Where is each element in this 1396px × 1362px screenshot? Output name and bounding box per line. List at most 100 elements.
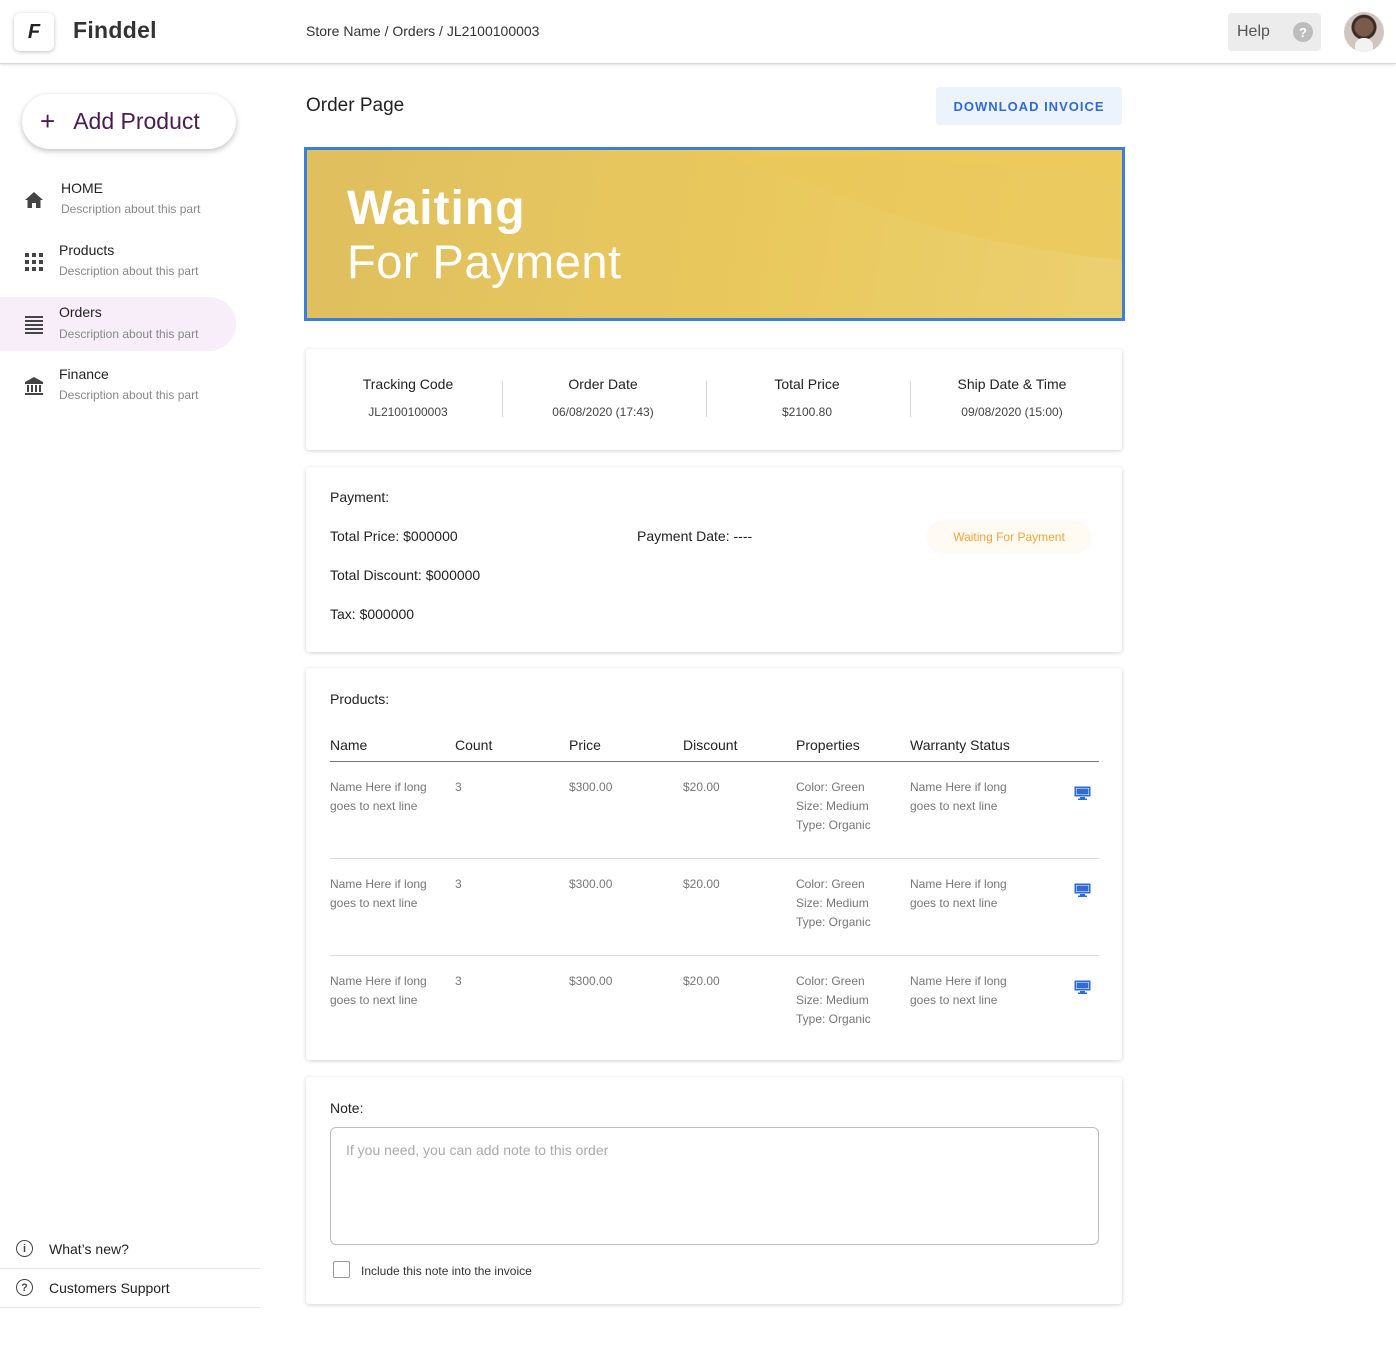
sidebar-item-title: Orders: [59, 304, 102, 320]
warranty-status: Name Here if long goes to next line: [910, 875, 1020, 913]
download-invoice-button[interactable]: DOWNLOAD INVOICE: [936, 87, 1122, 125]
summary-value: JL2100100003: [368, 405, 448, 419]
top-bar: F Finddel Store Name / Orders / JL210010…: [0, 0, 1396, 64]
monitor-icon[interactable]: [1074, 786, 1091, 800]
property-line: Size: Medium: [796, 993, 869, 1007]
sidebar-item-desc: Description about this part: [61, 202, 201, 216]
warranty-line: goes to next line: [910, 896, 998, 910]
products-card: Products: Name Count Price Discount Prop…: [306, 668, 1122, 1060]
sidebar-item-home[interactable]: HOME Description about this part: [0, 174, 236, 228]
brand-name: Finddel: [73, 17, 157, 43]
note-section-label: Note:: [330, 1100, 364, 1116]
property-line: Type: Organic: [796, 818, 871, 832]
whats-new-label: What’s new?: [49, 1241, 129, 1257]
monitor-icon[interactable]: [1074, 883, 1091, 897]
payment-date: Payment Date: ----: [637, 528, 753, 544]
order-summary-card: Tracking Code JL2100100003 Order Date 06…: [306, 349, 1122, 450]
bank-icon: [25, 377, 43, 395]
logo-letter: F: [27, 20, 41, 43]
page-title: Order Page: [306, 95, 405, 116]
summary-label: Total Price: [774, 376, 840, 392]
payment-section-label: Payment:: [330, 489, 390, 505]
sidebar-item-orders[interactable]: Orders Description about this part: [0, 297, 236, 351]
info-icon: i: [16, 1240, 33, 1257]
column-header-warranty: Warranty Status: [910, 737, 1010, 753]
logo[interactable]: F: [14, 13, 54, 51]
order-date: Order Date 06/08/2020 (17:43): [501, 349, 705, 450]
column-header-count: Count: [455, 737, 493, 753]
product-discount: $20.00: [683, 780, 720, 794]
column-header-discount: Discount: [683, 737, 738, 753]
whats-new-link[interactable]: i What’s new?: [0, 1230, 260, 1269]
note-textarea[interactable]: If you need, you can add note to this or…: [330, 1127, 1099, 1245]
table-row: Name Here if long goes to next line 3 $3…: [306, 859, 1122, 956]
column-header-price: Price: [569, 737, 601, 753]
product-name-line: goes to next line: [330, 896, 418, 910]
question-icon: ?: [1293, 22, 1313, 42]
table-row: Name Here if long goes to next line 3 $3…: [306, 956, 1122, 1053]
add-product-button[interactable]: + Add Product: [22, 94, 236, 149]
column-header-properties: Properties: [796, 737, 860, 753]
summary-label: Ship Date & Time: [957, 376, 1067, 392]
product-name-cell: Name Here if long goes to next line: [330, 778, 440, 816]
help-label: Help: [1237, 23, 1270, 40]
summary-label: Order Date: [568, 376, 638, 392]
product-price: $300.00: [569, 974, 613, 988]
payment-card: Payment: Total Price: $000000 Payment Da…: [306, 467, 1122, 652]
sidebar-item-finance[interactable]: Finance Description about this part: [0, 360, 236, 414]
avatar[interactable]: [1344, 12, 1384, 52]
product-count: 3: [455, 780, 462, 794]
customers-support-label: Customers Support: [49, 1280, 170, 1296]
summary-value: 09/08/2020 (15:00): [961, 405, 1063, 419]
include-note-checkbox[interactable]: [333, 1261, 350, 1278]
payment-total-price: Total Price: $000000: [330, 528, 458, 544]
property-line: Type: Organic: [796, 1012, 871, 1026]
summary-value: 06/08/2020 (17:43): [552, 405, 654, 419]
product-price: $300.00: [569, 780, 613, 794]
monitor-icon[interactable]: [1074, 980, 1091, 994]
customers-support-link[interactable]: ? Customers Support: [0, 1269, 260, 1308]
property-line: Size: Medium: [796, 896, 869, 910]
payment-tax: Tax: $000000: [330, 606, 415, 622]
status-banner: Waiting For Payment: [304, 147, 1125, 321]
property-line: Color: Green: [796, 780, 865, 794]
include-note-label: Include this note into the invoice: [361, 1264, 532, 1278]
breadcrumb: Store Name / Orders / JL2100100003: [306, 23, 540, 39]
sidebar-item-title: HOME: [61, 180, 103, 196]
property-line: Size: Medium: [796, 799, 869, 813]
plus-icon: +: [40, 106, 56, 136]
help-button[interactable]: Help ?: [1228, 13, 1321, 51]
product-name-line: Name Here if long: [330, 877, 427, 891]
grid-icon: [25, 253, 43, 271]
warranty-line: Name Here if long: [910, 877, 1007, 891]
product-name-line: goes to next line: [330, 993, 418, 1007]
help-icon: ?: [16, 1279, 33, 1296]
list-icon: [25, 316, 43, 334]
home-icon: [25, 192, 43, 208]
sidebar-item-desc: Description about this part: [59, 388, 199, 402]
warranty-status: Name Here if long goes to next line: [910, 778, 1020, 816]
product-name-line: Name Here if long: [330, 780, 427, 794]
status-badge: Waiting For Payment: [928, 522, 1090, 552]
warranty-line: Name Here if long: [910, 974, 1007, 988]
add-product-label: Add Product: [73, 108, 200, 134]
summary-value: $2100.80: [781, 405, 833, 419]
sidebar-item-products[interactable]: Products Description about this part: [0, 236, 236, 290]
note-placeholder: If you need, you can add note to this or…: [346, 1142, 609, 1158]
sidebar-item-title: Finance: [59, 366, 109, 382]
table-row: Name Here if long goes to next line 3 $3…: [306, 762, 1122, 859]
warranty-line: goes to next line: [910, 799, 998, 813]
payment-total-discount: Total Discount: $000000: [330, 567, 481, 583]
property-line: Type: Organic: [796, 915, 871, 929]
product-name-cell: Name Here if long goes to next line: [330, 875, 440, 913]
warranty-status: Name Here if long goes to next line: [910, 972, 1020, 1010]
summary-label: Tracking Code: [362, 376, 454, 392]
column-header-name: Name: [330, 737, 368, 753]
product-name-line: goes to next line: [330, 799, 418, 813]
total-price: Total Price $2100.80: [705, 349, 909, 450]
product-price: $300.00: [569, 877, 613, 891]
sidebar-item-desc: Description about this part: [59, 327, 199, 341]
product-count: 3: [455, 877, 462, 891]
product-name-cell: Name Here if long goes to next line: [330, 972, 440, 1010]
warranty-line: Name Here if long: [910, 780, 1007, 794]
